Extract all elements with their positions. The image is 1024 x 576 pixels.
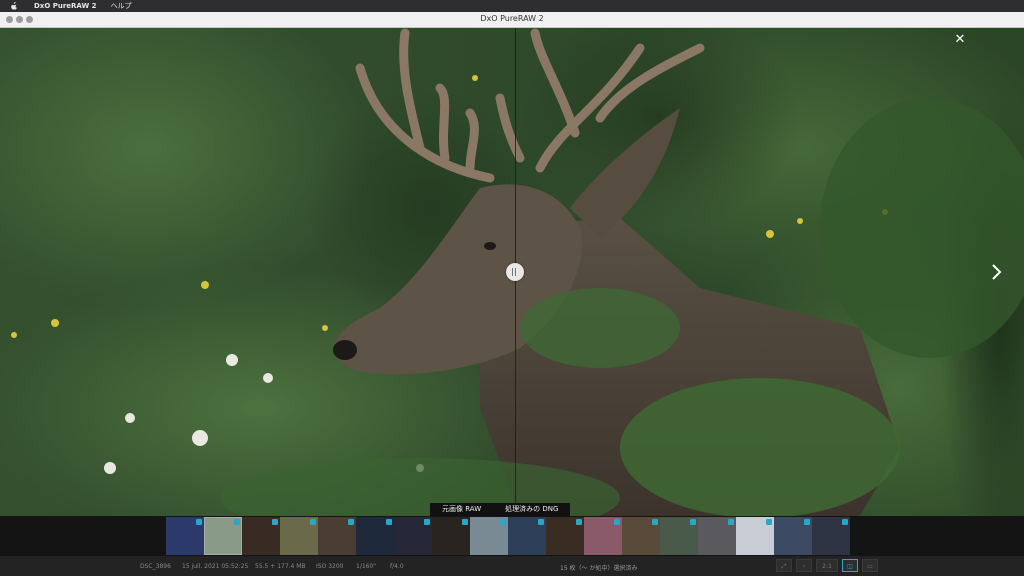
selected-check-icon[interactable] [690,519,696,525]
fit-view-icon[interactable]: ⤢ [776,559,792,572]
filmstrip-thumbnail[interactable] [166,517,204,555]
status-aperture: f/4.0 [390,563,404,570]
selected-check-icon[interactable] [766,519,772,525]
selected-check-icon[interactable] [804,519,810,525]
selected-check-icon[interactable] [652,519,658,525]
selected-check-icon[interactable] [842,519,848,525]
selected-check-icon[interactable] [538,519,544,525]
filmstrip-thumbnail[interactable] [698,517,736,555]
compare-slider-handle[interactable] [506,263,524,281]
single-view-icon[interactable]: ▭ [862,559,878,572]
selected-check-icon[interactable] [196,519,202,525]
selected-check-icon[interactable] [576,519,582,525]
filmstrip-thumbnail[interactable] [584,517,622,555]
status-iso: ISO 3200 [316,563,344,570]
filmstrip-thumbnail[interactable] [356,517,394,555]
compare-labels: 元画像 RAW 処理済みの DNG [430,503,571,516]
filmstrip-thumbnail[interactable] [812,517,850,555]
filmstrip-thumbnail[interactable] [622,517,660,555]
filmstrip-thumbnail[interactable] [660,517,698,555]
zoom-level-button[interactable]: 2:1 [816,559,838,572]
filmstrip-thumbnail[interactable] [470,517,508,555]
status-shutter: 1/160" [356,563,377,570]
selected-check-icon[interactable] [348,519,354,525]
filmstrip-thumbnails [166,517,850,555]
selected-check-icon[interactable] [424,519,430,525]
selected-check-icon[interactable] [386,519,392,525]
next-image-chevron-icon[interactable] [986,262,1006,282]
selected-check-icon[interactable] [500,519,506,525]
filmstrip-thumbnail[interactable] [546,517,584,555]
close-viewer-button[interactable]: ✕ [950,32,970,48]
menu-help[interactable]: ヘルプ [111,1,132,11]
selected-check-icon[interactable] [728,519,734,525]
filmstrip-thumbnail[interactable] [204,517,242,555]
selected-check-icon[interactable] [234,519,240,525]
status-filename: DSC_3896 [140,563,171,570]
status-filesize: 55.5 + 177.4 MB [255,563,306,570]
filmstrip-thumbnail[interactable] [774,517,812,555]
label-processed-dng: 処理済みの DNG [493,503,571,516]
view-toolbar: ⤢ ‹ 2:1 ◫ ▭ [776,559,878,572]
filmstrip-thumbnail[interactable] [280,517,318,555]
zoom-out-icon[interactable]: ‹ [796,559,812,572]
selected-check-icon[interactable] [462,519,468,525]
menu-bar: DxO PureRAW 2 ヘルプ [0,0,1024,12]
apple-icon[interactable] [10,2,18,10]
selected-check-icon[interactable] [614,519,620,525]
filmstrip-thumbnail[interactable] [508,517,546,555]
menu-app-name[interactable]: DxO PureRAW 2 [34,2,97,10]
filmstrip-thumbnail[interactable] [432,517,470,555]
window-title: DxO PureRAW 2 [480,14,544,23]
selected-check-icon[interactable] [272,519,278,525]
filmstrip-thumbnail[interactable] [736,517,774,555]
filmstrip-thumbnail[interactable] [394,517,432,555]
selected-check-icon[interactable] [310,519,316,525]
filmstrip-thumbnail[interactable] [318,517,356,555]
filmstrip-thumbnail[interactable] [242,517,280,555]
label-original-raw: 元画像 RAW [430,503,494,516]
compare-split-icon[interactable]: ◫ [842,559,858,572]
window-title-bar: DxO PureRAW 2 [0,12,1024,28]
status-date: 15 juil. 2021 05:52:25 [182,563,249,570]
status-selection-count: 15 枚（〜 か処中）選択済み [560,565,638,572]
